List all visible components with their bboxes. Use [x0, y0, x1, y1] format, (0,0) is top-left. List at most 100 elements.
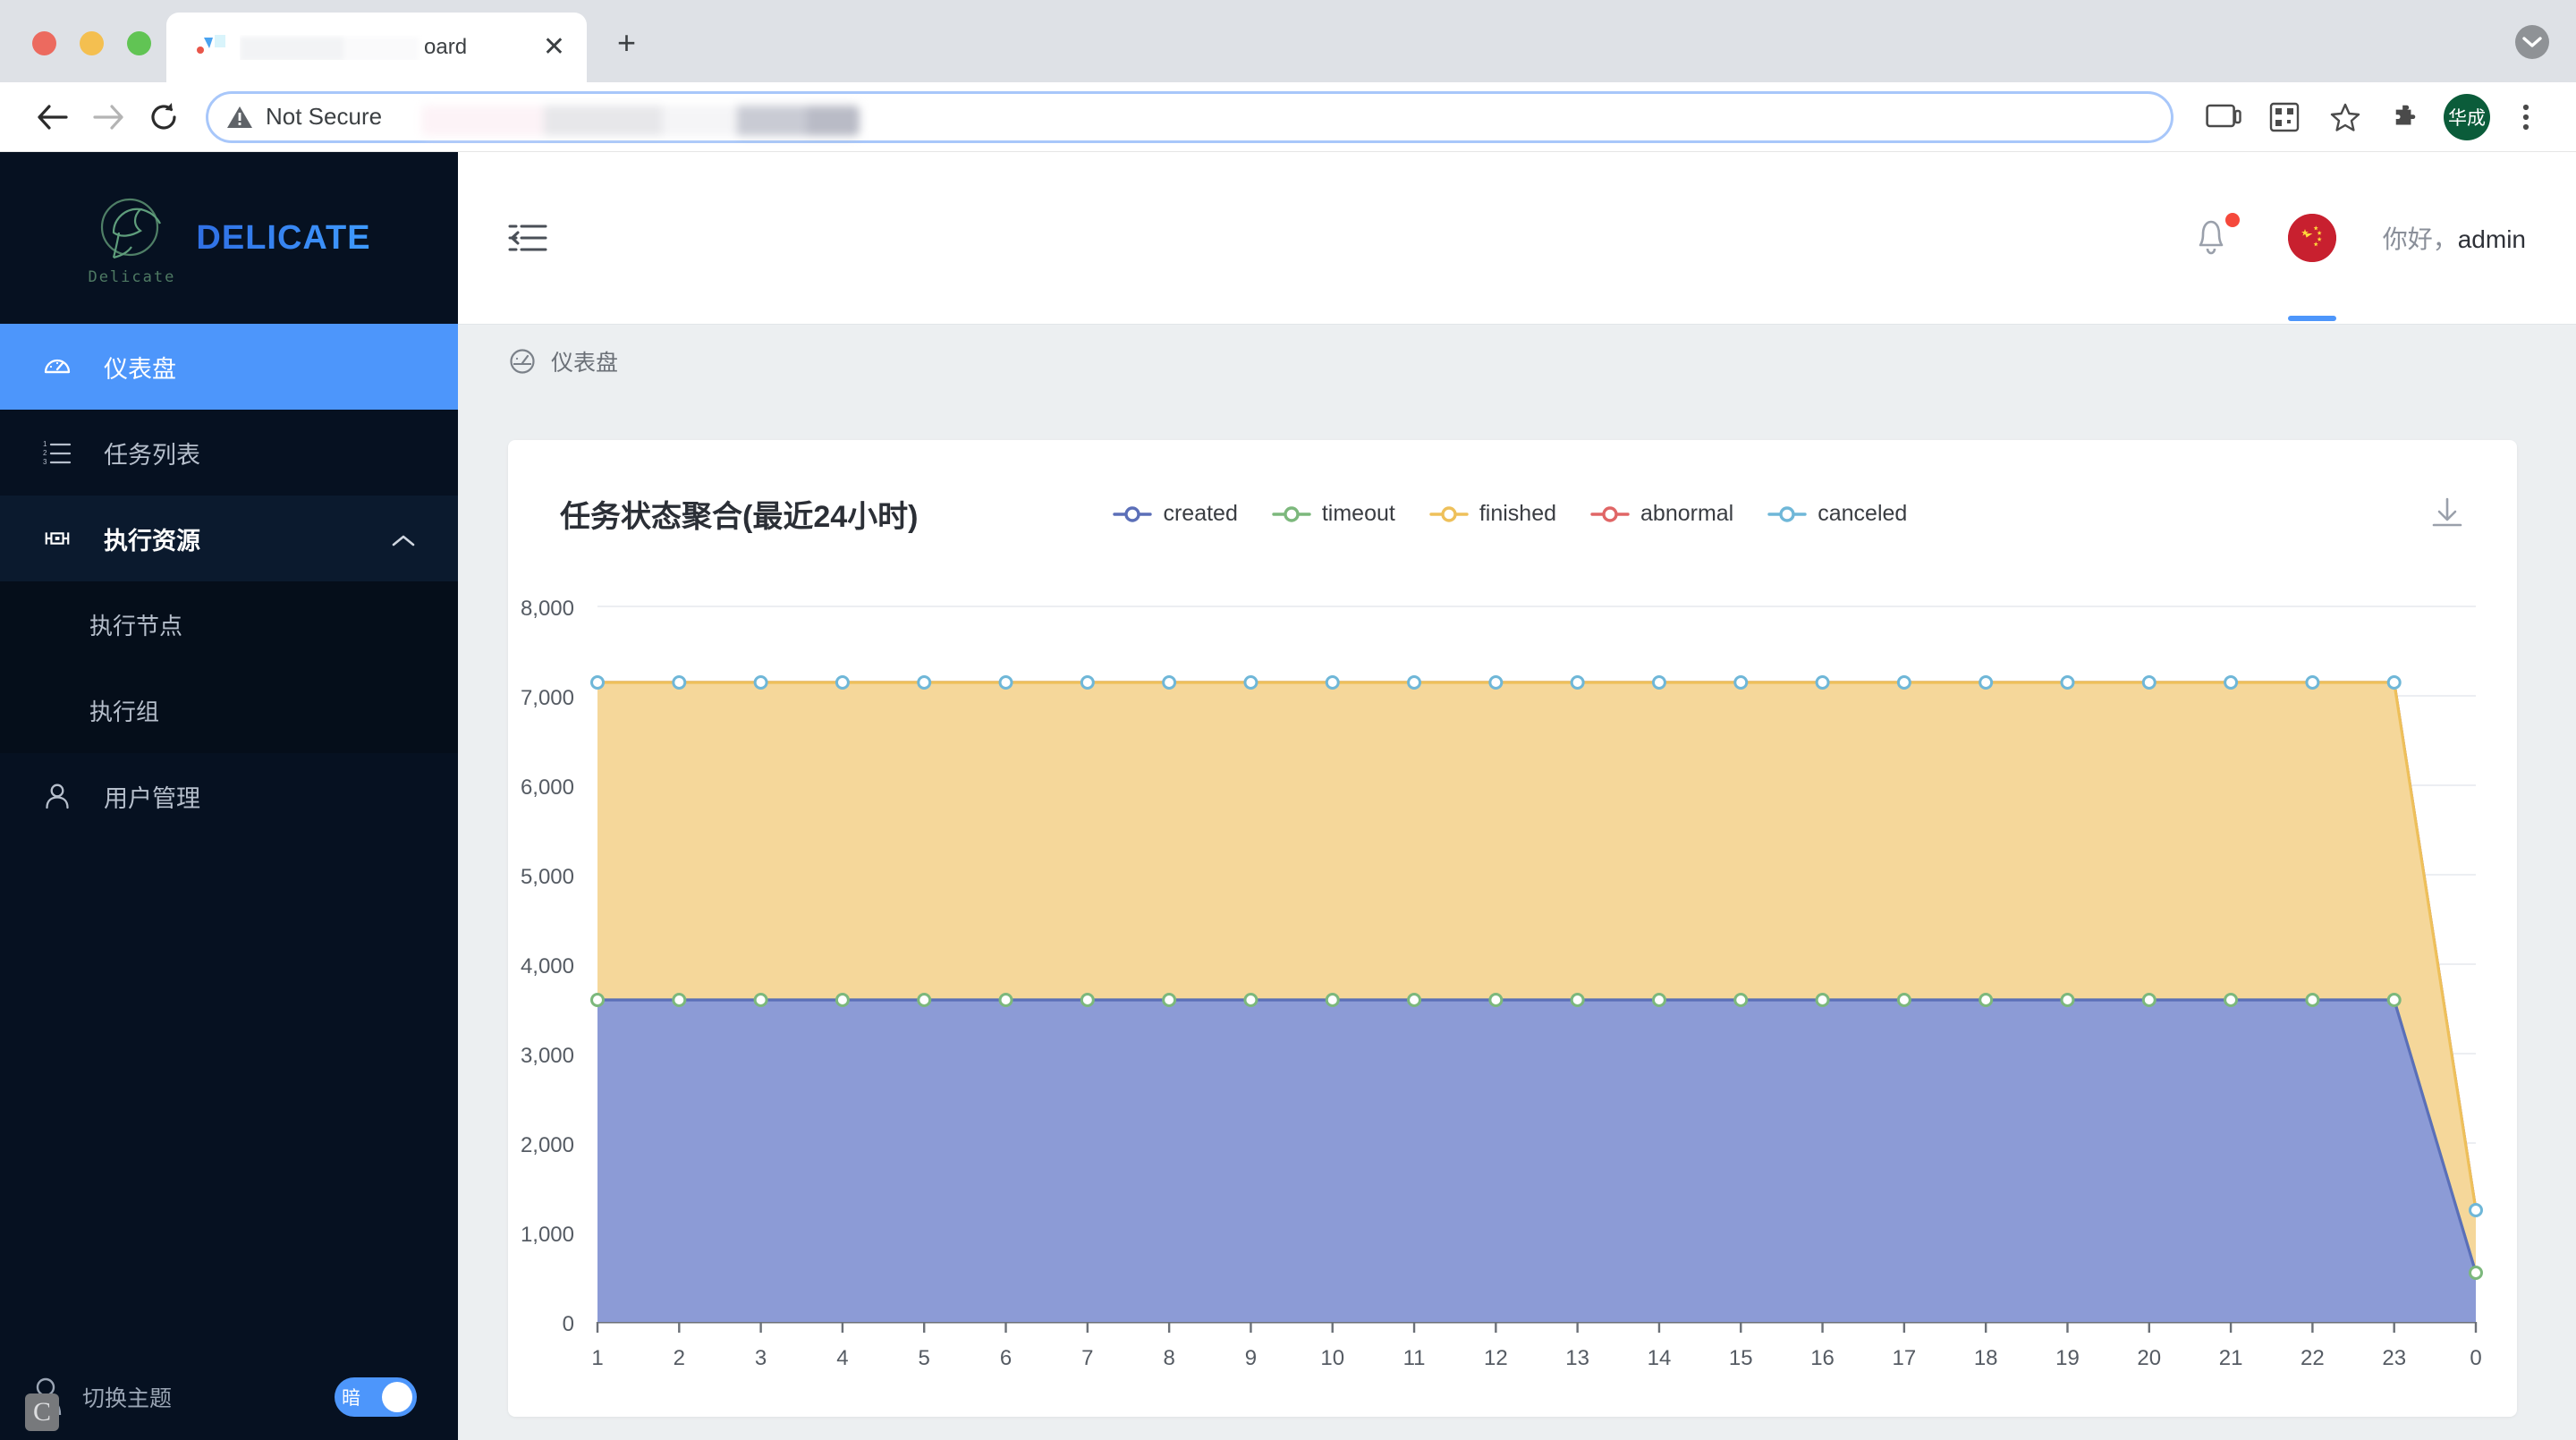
data-point-canceled[interactable] — [2388, 677, 2400, 689]
profile-avatar[interactable]: 华成 — [2444, 94, 2490, 140]
data-point-timeout[interactable] — [674, 995, 685, 1006]
legend-item-created[interactable]: created — [1113, 501, 1237, 527]
data-point-timeout[interactable] — [919, 995, 930, 1006]
sidebar-item-dashboard[interactable]: 仪表盘 — [0, 324, 458, 410]
x-axis-tick-label: 5 — [919, 1346, 930, 1370]
main-panel: 任务状态聚合(最近24小时) created — [458, 397, 2576, 1440]
legend-label: abnormal — [1640, 501, 1733, 527]
window-minimize-button[interactable] — [80, 31, 104, 55]
legend-item-canceled[interactable]: canceled — [1767, 501, 1907, 527]
data-point-timeout[interactable] — [2307, 995, 2318, 1006]
window-maximize-button[interactable] — [127, 31, 151, 55]
bookmark-star-icon[interactable] — [2320, 92, 2370, 142]
data-point-canceled[interactable] — [1735, 677, 1747, 689]
stacked-area-chart[interactable]: 01,0002,0003,0004,0005,0006,0007,0008,00… — [508, 572, 2526, 1417]
data-point-canceled[interactable] — [755, 677, 767, 689]
data-point-timeout[interactable] — [2388, 995, 2400, 1006]
window-close-button[interactable] — [32, 31, 56, 55]
data-point-canceled[interactable] — [836, 677, 848, 689]
back-button[interactable] — [25, 89, 80, 145]
y-axis-tick-label: 3,000 — [521, 1044, 574, 1068]
legend-label: timeout — [1322, 501, 1395, 527]
data-point-canceled[interactable] — [1081, 677, 1093, 689]
sidebar-item-execution-group[interactable]: 执行组 — [0, 667, 458, 753]
chart-card: 任务状态聚合(最近24小时) created — [508, 440, 2517, 1417]
data-point-canceled[interactable] — [1653, 677, 1665, 689]
data-point-timeout[interactable] — [836, 995, 848, 1006]
data-point-timeout[interactable] — [1572, 995, 1583, 1006]
menu-collapse-icon[interactable] — [508, 221, 549, 255]
data-point-canceled[interactable] — [1409, 677, 1420, 689]
x-axis-tick-label: 21 — [2219, 1346, 2243, 1370]
new-tab-button[interactable]: + — [617, 27, 636, 59]
data-point-canceled[interactable] — [1490, 677, 1502, 689]
browser-tab[interactable]: oard ✕ — [166, 13, 587, 82]
sidebar-item-execution-node[interactable]: 执行节点 — [0, 581, 458, 667]
tab-search-chevron-down-icon[interactable] — [2515, 25, 2549, 59]
data-point-canceled[interactable] — [1898, 677, 1910, 689]
data-point-timeout[interactable] — [592, 995, 604, 1006]
address-bar[interactable]: Not Secure — [206, 91, 2174, 143]
data-point-canceled[interactable] — [2225, 677, 2237, 689]
data-point-canceled[interactable] — [2062, 677, 2073, 689]
data-point-canceled[interactable] — [1326, 677, 1338, 689]
more-menu-icon[interactable] — [2501, 92, 2551, 142]
data-point-timeout[interactable] — [1898, 995, 1910, 1006]
data-point-timeout[interactable] — [1817, 995, 1828, 1006]
data-point-timeout[interactable] — [1164, 995, 1175, 1006]
cast-icon[interactable] — [2199, 92, 2249, 142]
x-axis-tick-label: 18 — [1974, 1346, 1998, 1370]
data-point-timeout[interactable] — [1081, 995, 1093, 1006]
data-point-timeout[interactable] — [1326, 995, 1338, 1006]
data-point-canceled[interactable] — [1817, 677, 1828, 689]
data-point-timeout[interactable] — [1735, 995, 1747, 1006]
language-selector[interactable] — [2288, 214, 2336, 262]
data-point-timeout[interactable] — [2470, 1267, 2482, 1279]
reload-button[interactable] — [136, 89, 191, 145]
tab-close-icon[interactable]: ✕ — [538, 34, 571, 61]
x-axis-tick-label: 14 — [1648, 1346, 1672, 1370]
data-point-canceled[interactable] — [2143, 677, 2155, 689]
theme-toggle[interactable]: 暗 — [335, 1377, 417, 1417]
x-axis-tick-label: 7 — [1081, 1346, 1093, 1370]
extensions-icon[interactable] — [2381, 92, 2431, 142]
area-created — [597, 1000, 2476, 1322]
data-point-canceled[interactable] — [2470, 1205, 2482, 1216]
url-redaction — [421, 106, 860, 136]
data-point-canceled[interactable] — [919, 677, 930, 689]
data-point-canceled[interactable] — [674, 677, 685, 689]
legend-item-finished[interactable]: finished — [1429, 501, 1556, 527]
data-point-timeout[interactable] — [2062, 995, 2073, 1006]
data-point-canceled[interactable] — [1980, 677, 1992, 689]
notification-bell-icon[interactable] — [2191, 215, 2234, 261]
data-point-timeout[interactable] — [1653, 995, 1665, 1006]
data-point-timeout[interactable] — [755, 995, 767, 1006]
sidebar-item-user-management[interactable]: 用户管理 — [0, 753, 458, 839]
data-point-canceled[interactable] — [2307, 677, 2318, 689]
data-point-timeout[interactable] — [1245, 995, 1257, 1006]
sidebar-item-task-list[interactable]: 1 2 3 任务列表 — [0, 410, 458, 496]
qr-code-icon[interactable] — [2259, 92, 2309, 142]
legend-item-abnormal[interactable]: abnormal — [1590, 501, 1733, 527]
data-point-timeout[interactable] — [1000, 995, 1012, 1006]
data-point-timeout[interactable] — [1980, 995, 1992, 1006]
browser-tab-strip: oard ✕ + — [0, 0, 2576, 82]
data-point-timeout[interactable] — [2143, 995, 2155, 1006]
user-icon — [43, 782, 72, 810]
legend-item-timeout[interactable]: timeout — [1272, 501, 1395, 527]
data-point-timeout[interactable] — [2225, 995, 2237, 1006]
x-axis-tick-label: 12 — [1484, 1346, 1508, 1370]
download-icon[interactable] — [2429, 496, 2465, 531]
data-point-canceled[interactable] — [1245, 677, 1257, 689]
data-point-timeout[interactable] — [1409, 995, 1420, 1006]
theme-toggle-knob — [382, 1382, 412, 1412]
data-point-canceled[interactable] — [1000, 677, 1012, 689]
data-point-timeout[interactable] — [1490, 995, 1502, 1006]
brand-logo-block[interactable]: Delicate DELICATE — [0, 152, 458, 324]
browser-tab-title: oard — [240, 35, 538, 60]
data-point-canceled[interactable] — [1164, 677, 1175, 689]
forward-button[interactable] — [80, 89, 136, 145]
data-point-canceled[interactable] — [592, 677, 604, 689]
sidebar-item-execution-resources[interactable]: 执行资源 — [0, 496, 458, 581]
data-point-canceled[interactable] — [1572, 677, 1583, 689]
